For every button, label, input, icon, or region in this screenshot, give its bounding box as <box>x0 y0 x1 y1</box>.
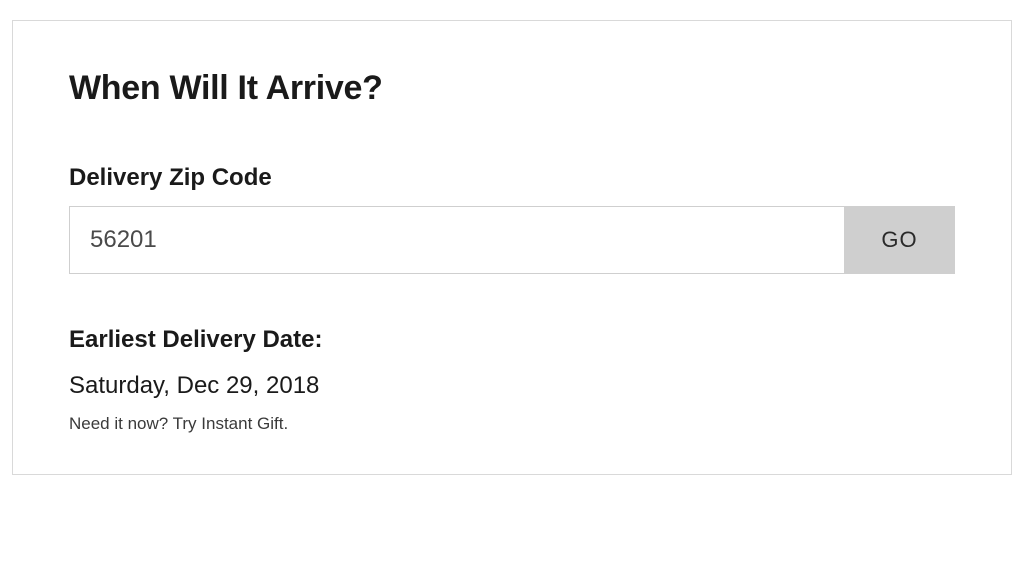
earliest-delivery-date: Saturday, Dec 29, 2018 <box>69 372 955 400</box>
go-button[interactable]: GO <box>845 206 955 274</box>
instant-gift-hint[interactable]: Need it now? Try Instant Gift. <box>69 414 955 434</box>
card-title: When Will It Arrive? <box>69 69 955 108</box>
zip-input-row: GO <box>69 206 955 274</box>
arrival-card: When Will It Arrive? Delivery Zip Code G… <box>12 20 1012 475</box>
earliest-delivery-label: Earliest Delivery Date: <box>69 326 955 354</box>
zip-label: Delivery Zip Code <box>69 164 955 192</box>
zip-input[interactable] <box>69 206 845 274</box>
